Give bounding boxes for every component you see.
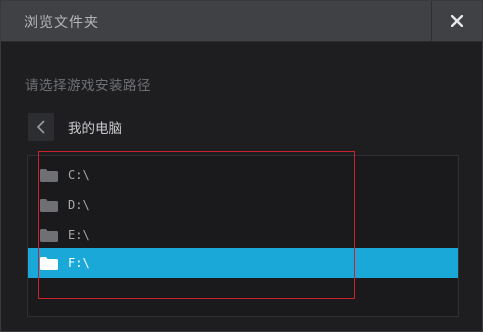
drive-item-e[interactable]: E:\: [28, 220, 458, 250]
drive-label: F:\: [68, 256, 90, 270]
drive-item-f[interactable]: F:\: [28, 248, 458, 278]
drive-label: D:\: [68, 198, 90, 212]
title-bar: 浏览文件夹: [1, 1, 482, 42]
folder-icon: [40, 168, 58, 182]
drive-label: E:\: [68, 228, 90, 242]
chevron-left-icon: [37, 120, 45, 134]
folder-icon: [40, 198, 58, 212]
install-path-prompt: 请选择游戏安装路径: [25, 78, 151, 94]
drive-item-d[interactable]: D:\: [28, 190, 458, 220]
drive-item-c[interactable]: C:\: [28, 160, 458, 190]
dialog-title: 浏览文件夹: [24, 15, 99, 31]
browse-folder-dialog: 浏览文件夹 请选择游戏安装路径 我的电脑 C:\ D:\ E:\ F:\: [0, 0, 483, 332]
folder-icon: [40, 256, 58, 270]
back-button[interactable]: [28, 113, 54, 141]
current-location: 我的电脑: [68, 121, 122, 137]
drive-label: C:\: [68, 168, 90, 182]
folder-icon: [40, 228, 58, 242]
drive-list[interactable]: C:\ D:\ E:\ F:\: [27, 155, 459, 317]
close-button[interactable]: [431, 1, 482, 41]
close-icon: [451, 15, 463, 27]
navigation-row: 我的电脑: [28, 113, 122, 141]
